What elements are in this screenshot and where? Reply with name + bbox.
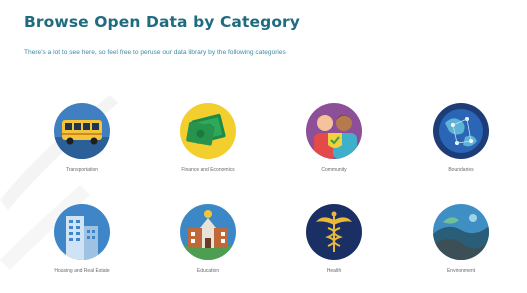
category-tile-education[interactable]: Education xyxy=(168,204,248,274)
category-label: Community xyxy=(321,167,347,173)
school-icon xyxy=(180,204,236,260)
category-label: Environment xyxy=(446,268,476,274)
money-icon xyxy=(180,103,236,159)
category-label: Education xyxy=(196,268,220,274)
category-tile-housing[interactable]: Housing and Real Estate xyxy=(42,204,122,274)
category-tile-health[interactable]: Health xyxy=(294,204,374,274)
category-label: Finance and Economics xyxy=(181,167,235,173)
category-tile-boundaries[interactable]: Boundaries xyxy=(421,103,501,173)
category-tile-finance[interactable]: Finance and Economics xyxy=(168,103,248,173)
caduceus-icon xyxy=(306,204,362,260)
category-tile-environment[interactable]: Environment xyxy=(421,204,501,274)
people-icon xyxy=(306,103,362,159)
globe-icon xyxy=(433,103,489,159)
category-label: Health xyxy=(326,268,342,274)
category-grid: Transportation Finance and Economics Com… xyxy=(0,0,527,293)
category-label: Housing and Real Estate xyxy=(54,268,110,274)
category-tile-transportation[interactable]: Transportation xyxy=(42,103,122,173)
bus-icon xyxy=(54,103,110,159)
buildings-icon xyxy=(54,204,110,260)
landscape-icon xyxy=(433,204,489,260)
category-tile-community[interactable]: Community xyxy=(294,103,374,173)
category-label: Boundaries xyxy=(448,167,474,173)
category-label: Transportation xyxy=(65,167,99,173)
